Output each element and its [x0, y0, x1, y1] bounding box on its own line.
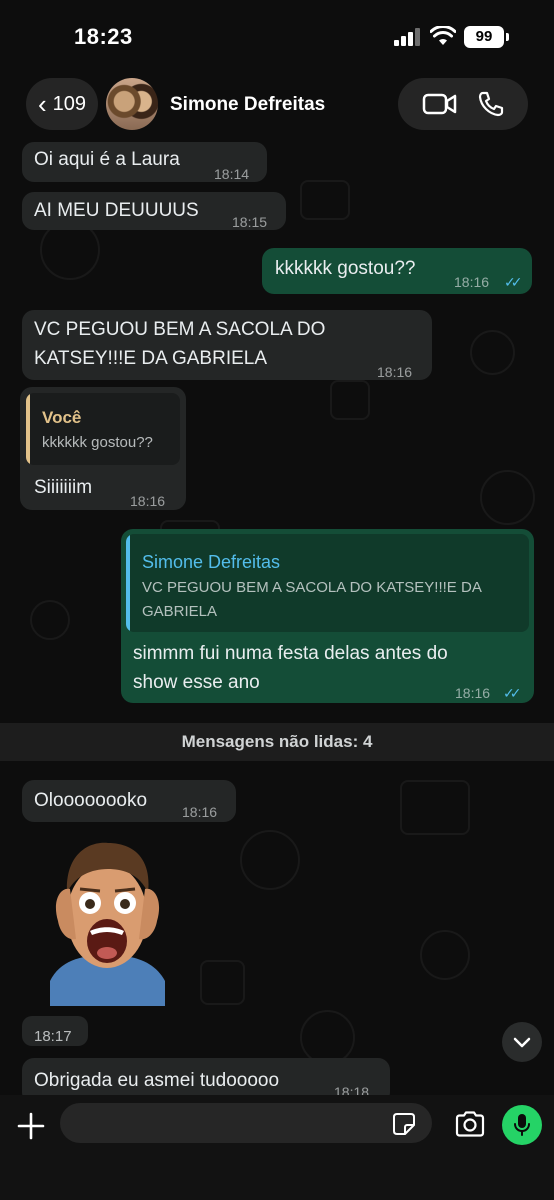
message-incoming[interactable]: VC PEGUOU BEM A SACOLA DO KATSEY!!!E DA … — [22, 310, 432, 380]
quoted-text-line: GABRIELA — [142, 603, 218, 620]
unread-messages-divider: Mensagens não lidas: 4 — [0, 723, 554, 761]
message-time: 18:18 — [334, 1084, 370, 1095]
status-time: 18:23 — [74, 24, 133, 49]
scroll-to-bottom-button[interactable] — [502, 1022, 542, 1062]
message-time: 18:16 — [130, 493, 166, 509]
quoted-sender: Você — [42, 408, 82, 427]
read-receipt-icon: ✓✓ — [503, 685, 522, 701]
status-bar: 18:23 99 — [0, 0, 554, 70]
quoted-text: kkkkkk gostou?? — [42, 434, 153, 451]
quoted-text-line: VC PEGUOU BEM A SACOLA DO KATSEY!!!E DA — [142, 579, 482, 596]
message-text: Oloooooooko — [34, 790, 148, 811]
message-composer — [0, 1095, 554, 1200]
contact-name[interactable]: Simone Defreitas — [170, 94, 325, 116]
plus-icon[interactable] — [16, 1111, 46, 1141]
message-time: 18:14 — [214, 166, 250, 182]
message-time: 18:16 — [182, 804, 218, 820]
message-text: kkkkkk gostou?? — [275, 258, 416, 279]
message-incoming[interactable]: AI MEU DEUUUUS 18:15 — [22, 192, 286, 230]
unread-chats-count: 109 — [52, 92, 87, 115]
quoted-message[interactable]: Você kkkkkk gostou?? — [26, 393, 180, 465]
video-call-icon[interactable] — [422, 92, 458, 116]
message-incoming[interactable]: Oi aqui é a Laura 18:14 — [22, 142, 267, 182]
message-text-line: simmm fui numa festa delas antes do — [133, 643, 448, 664]
message-incoming-reply[interactable]: Você kkkkkk gostou?? Siiiiiiim 18:16 — [20, 387, 186, 510]
quoted-sender: Simone Defreitas — [142, 552, 281, 572]
voice-message-button[interactable] — [502, 1105, 542, 1145]
sticker-time-badge: 18:17 — [22, 1016, 88, 1046]
chat-messages[interactable]: Oi aqui é a Laura 18:14 AI MEU DEUUUUS 1… — [0, 140, 554, 1095]
message-text-line: show esse ano — [133, 672, 260, 693]
message-time: 18:16 — [455, 685, 491, 701]
message-time: 18:16 — [454, 274, 490, 290]
cellular-signal-icon — [394, 28, 422, 46]
camera-icon[interactable] — [454, 1110, 486, 1138]
back-button[interactable]: ‹ 109 — [26, 78, 98, 130]
message-text: Oi aqui é a Laura — [34, 149, 180, 170]
read-receipt-icon: ✓✓ — [504, 274, 523, 290]
message-text-line: KATSEY!!!E DA GABRIELA — [34, 348, 268, 369]
message-time: 18:15 — [232, 214, 268, 230]
battery-indicator: 99 — [464, 26, 509, 48]
chevron-down-icon — [513, 1037, 531, 1048]
chevron-left-icon: ‹ — [37, 89, 47, 119]
screaming-man-sticker[interactable] — [50, 831, 165, 1006]
message-incoming[interactable]: Oloooooooko 18:16 — [22, 780, 236, 822]
message-text-line: VC PEGUOU BEM A SACOLA DO — [34, 319, 326, 340]
sticker-icon[interactable] — [392, 1112, 416, 1136]
wifi-icon — [430, 26, 456, 45]
phone-icon[interactable] — [477, 90, 505, 118]
message-outgoing-reply[interactable]: Simone Defreitas VC PEGUOU BEM A SACOLA … — [121, 529, 534, 703]
message-outgoing[interactable]: kkkkkk gostou?? 18:16 ✓✓ — [262, 248, 532, 294]
message-text: Siiiiiiim — [34, 477, 93, 498]
microphone-icon — [514, 1114, 530, 1136]
message-time: 18:16 — [377, 364, 413, 380]
message-text: Obrigada eu asmei tudooooo — [34, 1070, 280, 1091]
chat-header: ‹ 109 Simone Defreitas — [0, 70, 554, 140]
message-incoming[interactable]: Obrigada eu asmei tudooooo 18:18 — [22, 1058, 390, 1095]
contact-avatar[interactable] — [106, 78, 158, 130]
quoted-message[interactable]: Simone Defreitas VC PEGUOU BEM A SACOLA … — [126, 534, 529, 632]
call-actions — [398, 78, 528, 130]
message-time: 18:17 — [34, 1028, 72, 1045]
message-text: AI MEU DEUUUUS — [34, 200, 199, 221]
message-input[interactable] — [60, 1103, 432, 1143]
